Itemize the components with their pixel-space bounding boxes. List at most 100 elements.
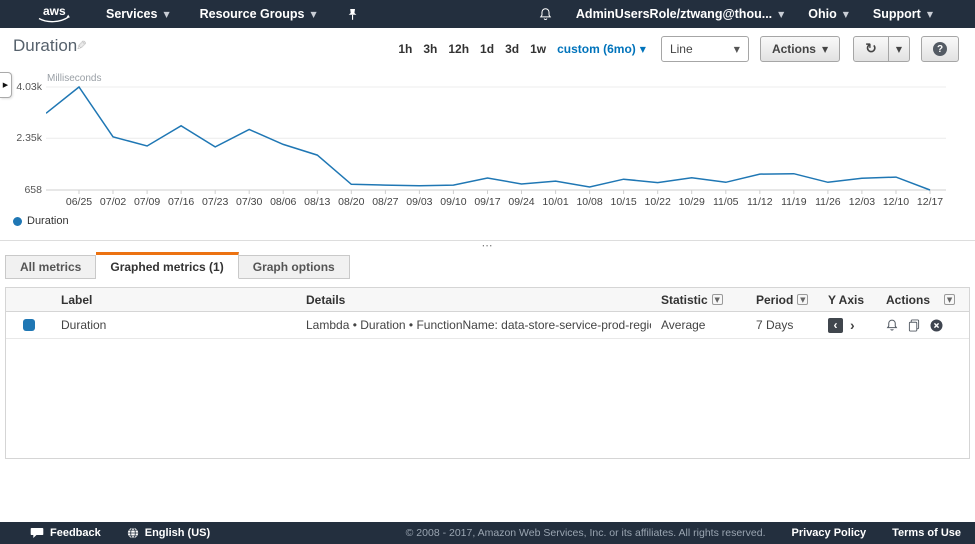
range-1w-button[interactable]: 1w (530, 42, 546, 56)
footer-left-group: Feedback English (US) (30, 527, 210, 539)
language-label: English (US) (145, 527, 210, 539)
header-statistic[interactable]: Statistic ▼ (651, 293, 746, 307)
range-1d-button[interactable]: 1d (480, 42, 494, 56)
x-axis-label: 06/25 (61, 196, 97, 208)
row-statistic[interactable]: Average (651, 318, 746, 332)
x-axis-label: 07/23 (197, 196, 233, 208)
table-row: Duration Lambda • Duration • FunctionNam… (6, 312, 969, 339)
x-axis-label: 08/20 (333, 196, 369, 208)
range-3d-button[interactable]: 3d (505, 42, 519, 56)
x-axis-label: 11/19 (776, 196, 812, 208)
header-label: Label (51, 293, 296, 307)
pin-shortcut-button[interactable] (347, 8, 358, 21)
account-menu[interactable]: AdminUsersRole/ztwang@thou... ▼ (576, 7, 784, 21)
y-axis-right-button[interactable]: › (850, 317, 855, 333)
x-axis-label: 07/02 (95, 196, 131, 208)
speech-bubble-icon (30, 527, 44, 539)
y-axis-tick-label: 4.03k (0, 81, 42, 93)
help-button[interactable]: ? (921, 36, 959, 62)
refresh-options-button[interactable]: ▼ (889, 36, 910, 62)
x-axis-label: 10/22 (640, 196, 676, 208)
duration-line-chart[interactable] (46, 75, 948, 199)
x-axis-label: 11/05 (708, 196, 744, 208)
header-details: Details (296, 293, 651, 307)
graph-controls: 1h 3h 12h 1d 3d 1w custom (6mo) ▼ Line ▼… (398, 36, 959, 62)
dropdown-edit-icon[interactable]: ▼ (944, 294, 955, 305)
feedback-button[interactable]: Feedback (30, 527, 101, 539)
chart-type-value: Line (670, 42, 693, 56)
x-axis-label: 07/09 (129, 196, 165, 208)
dropdown-edit-icon[interactable]: ▼ (712, 294, 723, 305)
support-label: Support (873, 7, 921, 21)
chart-legend-duration[interactable]: Duration (13, 215, 69, 227)
tab-graphed-metrics[interactable]: Graphed metrics (1) (96, 252, 238, 279)
x-axis-label: 10/01 (538, 196, 574, 208)
actions-button[interactable]: Actions ▼ (760, 36, 840, 62)
x-axis-label: 11/26 (810, 196, 846, 208)
close-circle-icon (930, 319, 943, 332)
bell-icon (886, 318, 898, 332)
create-alarm-button[interactable] (886, 318, 898, 332)
nav-resource-groups-menu[interactable]: Resource Groups ▼ (200, 7, 317, 21)
notifications-button[interactable] (539, 7, 552, 21)
range-1h-button[interactable]: 1h (398, 42, 412, 56)
x-axis-label: 09/10 (435, 196, 471, 208)
footer-right-group: © 2008 - 2017, Amazon Web Services, Inc.… (406, 527, 961, 539)
y-axis-left-button[interactable]: ‹ (828, 318, 843, 333)
metrics-tabs: All metrics Graphed metrics (1) Graph op… (5, 252, 350, 279)
dropdown-edit-icon[interactable]: ▼ (797, 294, 808, 305)
panel-resize-handle[interactable]: ⋯ (0, 242, 975, 250)
row-swatch-cell (6, 319, 51, 331)
top-nav-bar: aws Services ▼ Resource Groups ▼ AdminUs… (0, 0, 975, 28)
x-axis-label: 07/30 (231, 196, 267, 208)
nav-resource-groups-label: Resource Groups (200, 7, 305, 21)
legend-color-dot (13, 217, 22, 226)
tab-graph-options[interactable]: Graph options (239, 255, 350, 279)
nav-services-label: Services (106, 7, 157, 21)
support-menu[interactable]: Support ▼ (873, 7, 933, 21)
language-button[interactable]: English (US) (127, 527, 210, 539)
region-menu[interactable]: Ohio ▼ (808, 7, 849, 21)
copyright-text: © 2008 - 2017, Amazon Web Services, Inc.… (406, 527, 766, 539)
chevron-down-icon: ▼ (734, 45, 740, 54)
x-axis-label: 12/10 (878, 196, 914, 208)
y-axis-tick-label: 2.35k (0, 132, 42, 144)
chart-type-select[interactable]: Line ▼ (661, 36, 749, 62)
x-axis-label: 10/15 (606, 196, 642, 208)
refresh-icon: ↻ (865, 41, 877, 57)
header-actions[interactable]: Actions ▼ (886, 293, 955, 307)
tab-all-metrics[interactable]: All metrics (5, 255, 96, 279)
chevron-down-icon: ▼ (843, 10, 849, 19)
header-statistic-label: Statistic (661, 293, 708, 307)
row-actions-cell (886, 318, 943, 332)
range-3h-button[interactable]: 3h (423, 42, 437, 56)
range-12h-button[interactable]: 12h (448, 42, 469, 56)
row-label: Duration (51, 318, 296, 332)
edit-title-icon[interactable]: ✎ (76, 39, 87, 54)
legend-label: Duration (27, 215, 69, 227)
refresh-button[interactable]: ↻ (853, 36, 889, 62)
duplicate-metric-button[interactable] (908, 319, 920, 332)
nav-services-menu[interactable]: Services ▼ (106, 7, 170, 21)
remove-metric-button[interactable] (930, 319, 943, 332)
chevron-down-icon: ▼ (310, 10, 316, 19)
aws-logo[interactable]: aws (36, 3, 72, 25)
metric-color-swatch[interactable] (23, 319, 35, 331)
custom-range-label: custom (6mo) (557, 42, 636, 56)
table-header-row: Label Details Statistic ▼ Period ▼ Y Axi… (6, 288, 969, 312)
x-axis-label: 08/27 (367, 196, 403, 208)
row-y-axis-cell: ‹ › (828, 317, 886, 333)
terms-of-use-link[interactable]: Terms of Use (892, 527, 961, 539)
custom-range-dropdown[interactable]: custom (6mo) ▼ (557, 42, 646, 56)
header-period[interactable]: Period ▼ (746, 293, 828, 307)
main-content: Duration ✎ 1h 3h 12h 1d 3d 1w custom (6m… (0, 28, 975, 522)
header-y-axis: Y Axis (828, 293, 886, 307)
x-axis-label: 12/17 (912, 196, 948, 208)
x-axis-label: 07/16 (163, 196, 199, 208)
x-axis-label: 12/03 (844, 196, 880, 208)
row-period[interactable]: 7 Days (746, 318, 828, 332)
x-axis-label: 08/06 (265, 196, 301, 208)
privacy-policy-link[interactable]: Privacy Policy (792, 527, 867, 539)
chevron-down-icon: ▼ (163, 10, 169, 19)
x-axis-label: 09/24 (504, 196, 540, 208)
